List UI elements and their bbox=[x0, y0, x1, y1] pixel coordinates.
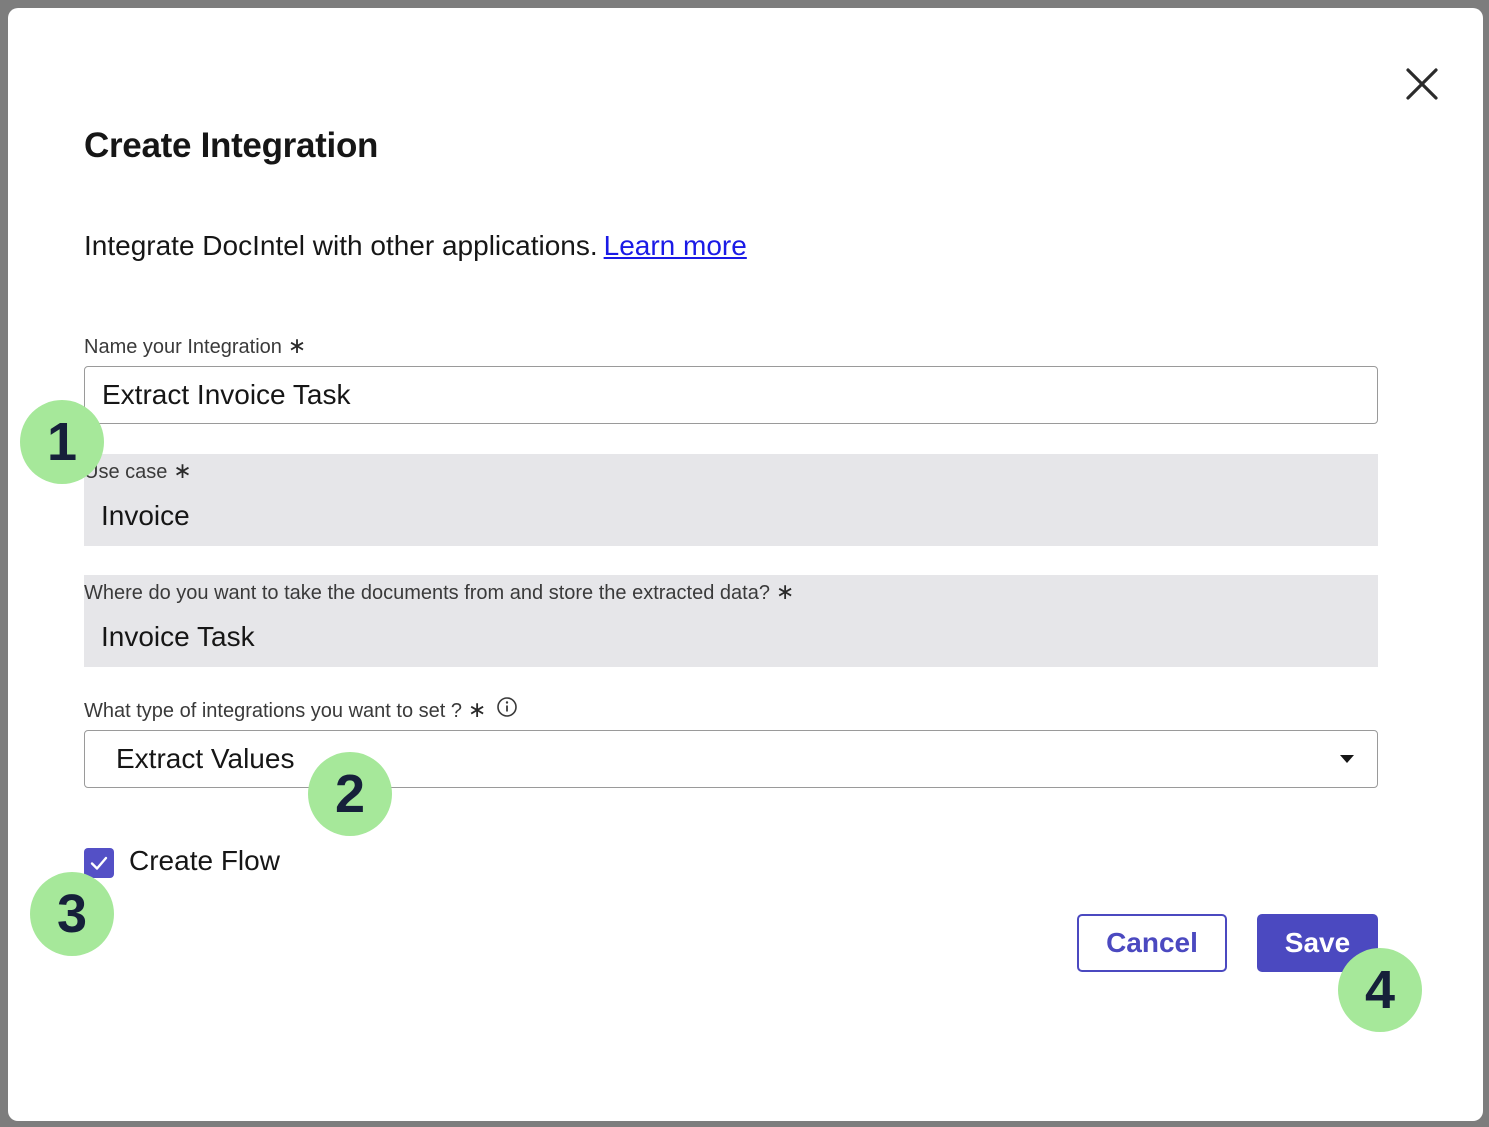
dialog-title: Create Integration bbox=[84, 126, 379, 165]
create-integration-dialog: Create Integration Integrate DocIntel wi… bbox=[8, 8, 1483, 1121]
source-value: Invoice Task bbox=[101, 621, 255, 652]
use-case-field: Use case ∗ Invoice bbox=[84, 454, 1378, 546]
callout-badge-4: 4 bbox=[1338, 948, 1422, 1032]
source-label: Where do you want to take the documents … bbox=[84, 579, 794, 605]
source-field: Where do you want to take the documents … bbox=[84, 575, 1378, 667]
required-marker: ∗ bbox=[173, 458, 192, 483]
integration-type-label: What type of integrations you want to se… bbox=[84, 696, 518, 724]
cancel-button[interactable]: Cancel bbox=[1077, 914, 1227, 972]
intro-description: Integrate DocIntel with other applicatio… bbox=[84, 230, 598, 261]
integration-type-select[interactable]: Extract Values bbox=[84, 730, 1378, 788]
callout-badge-2: 2 bbox=[308, 752, 392, 836]
required-marker: ∗ bbox=[775, 579, 795, 604]
intro-text: Integrate DocIntel with other applicatio… bbox=[84, 230, 747, 262]
create-flow-label[interactable]: Create Flow bbox=[129, 845, 280, 877]
checkmark-icon bbox=[90, 856, 108, 870]
source-label-text: Where do you want to take the documents … bbox=[84, 582, 770, 604]
caret-down-icon bbox=[1340, 755, 1354, 763]
callout-badge-3: 3 bbox=[30, 872, 114, 956]
integration-name-input[interactable]: Extract Invoice Task bbox=[84, 366, 1378, 424]
name-label-text: Name your Integration bbox=[84, 336, 282, 358]
use-case-value: Invoice bbox=[101, 500, 190, 531]
required-marker: ∗ bbox=[468, 697, 487, 722]
create-flow-checkbox[interactable] bbox=[84, 848, 114, 878]
close-icon bbox=[1406, 68, 1438, 100]
use-case-label: Use case ∗ bbox=[84, 458, 192, 484]
info-icon[interactable] bbox=[496, 696, 518, 724]
learn-more-link[interactable]: Learn more bbox=[604, 230, 747, 261]
callout-badge-1: 1 bbox=[20, 400, 104, 484]
name-field-label: Name your Integration ∗ bbox=[84, 333, 306, 359]
close-button[interactable] bbox=[1398, 60, 1446, 108]
integration-type-label-text: What type of integrations you want to se… bbox=[84, 700, 462, 722]
required-marker: ∗ bbox=[287, 333, 307, 358]
integration-type-value: Extract Values bbox=[116, 743, 295, 774]
